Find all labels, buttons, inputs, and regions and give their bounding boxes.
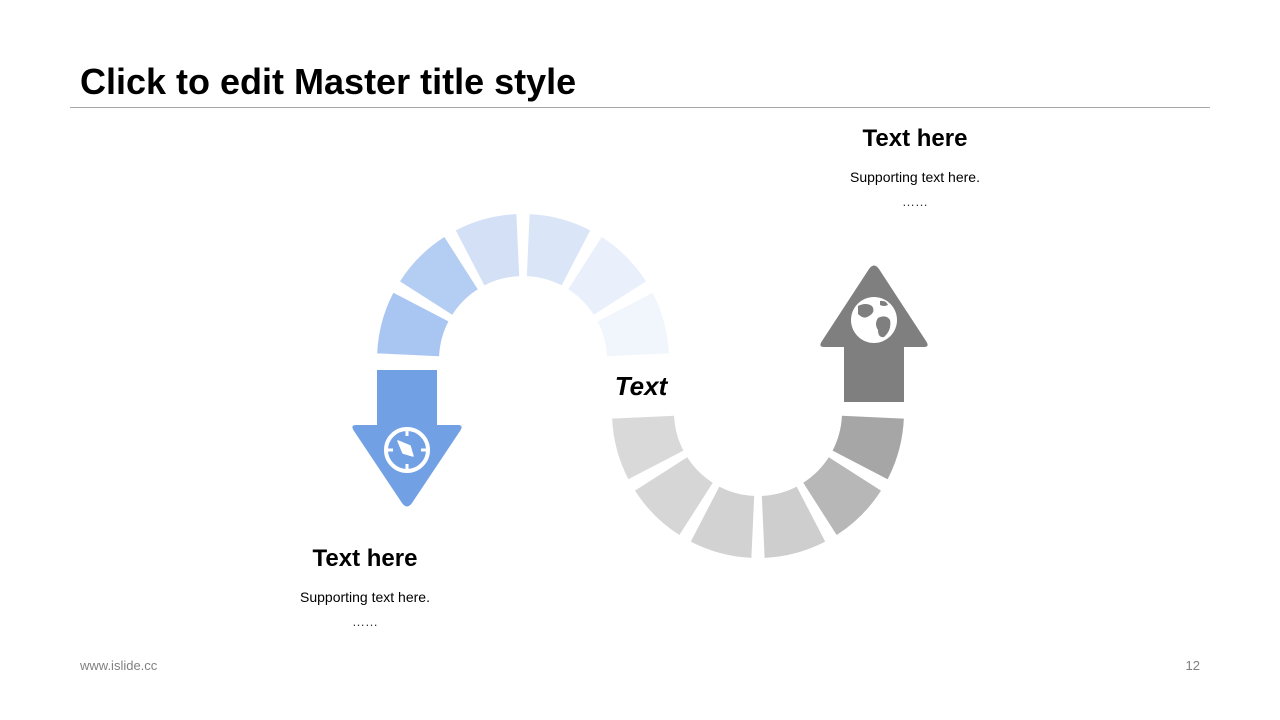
blue-down-arrow[interactable] [352,370,462,507]
block-ellipsis: …… [902,194,928,209]
text-block-top-right: Text here Supporting text here. …… [830,124,1000,210]
page-number: 12 [1185,658,1200,673]
s-curve-diagram [352,214,928,558]
center-label[interactable]: Text [600,370,682,402]
block-ellipsis: …… [352,614,378,629]
block-heading[interactable]: Text here [830,124,1000,154]
upper-arc [377,214,669,357]
compass-icon [384,427,430,473]
footer-url[interactable]: www.islide.cc [80,658,157,673]
lower-arc [612,415,904,558]
text-block-bottom-left: Text here Supporting text here. …… [280,544,450,630]
block-supporting-text[interactable]: Supporting text here. [830,168,1000,186]
block-supporting-text[interactable]: Supporting text here. [280,588,450,606]
globe-icon [851,297,897,343]
gray-up-arrow[interactable] [820,265,928,403]
blue-arrow-shape [352,370,462,507]
block-heading[interactable]: Text here [280,544,450,574]
